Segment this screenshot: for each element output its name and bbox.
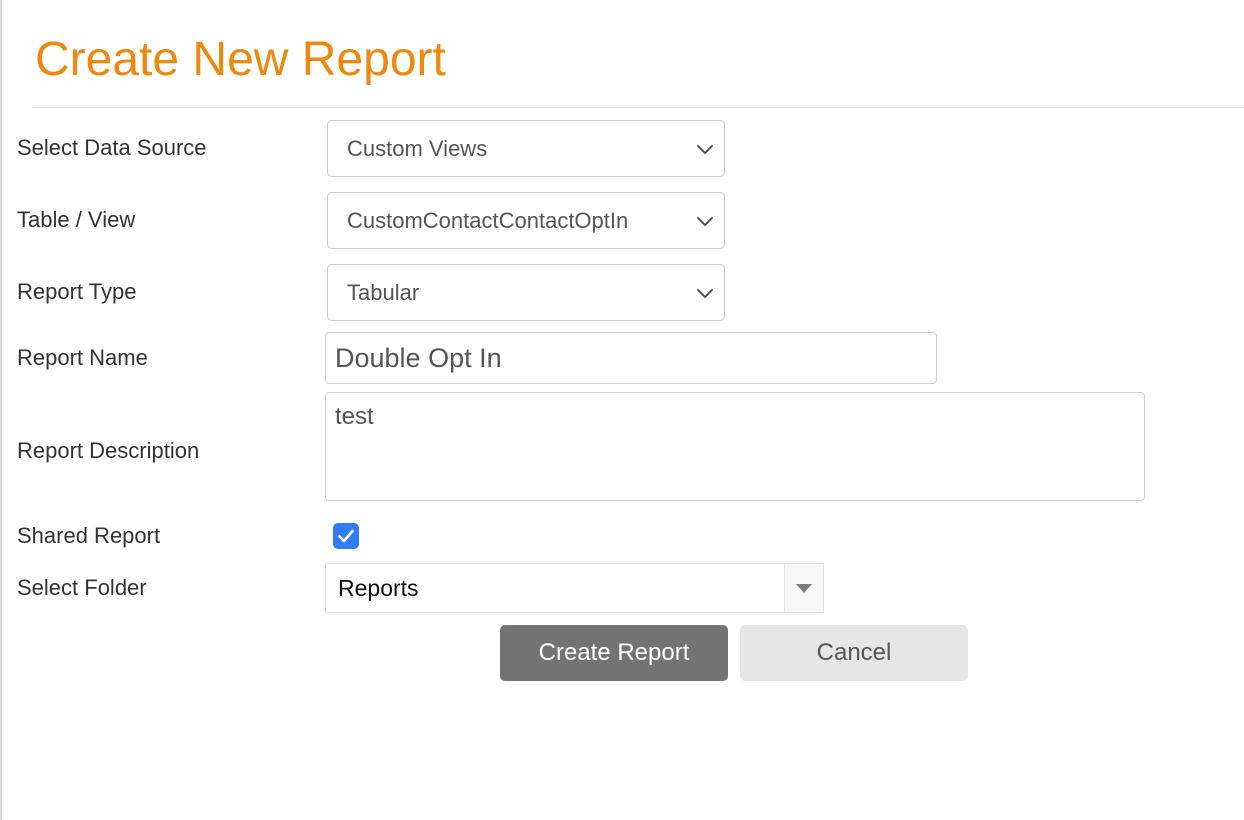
- create-report-dialog: Create New Report Select Data Source Cus…: [0, 0, 1244, 820]
- chevron-down-icon: [694, 210, 716, 232]
- folder-value: Reports: [338, 574, 419, 601]
- data-source-value: Custom Views: [347, 135, 488, 161]
- data-source-select[interactable]: Custom Views: [327, 120, 725, 177]
- table-view-label: Table / View: [17, 207, 136, 232]
- folder-label: Select Folder: [17, 575, 147, 600]
- folder-dropdown-button[interactable]: [784, 564, 823, 612]
- cancel-button[interactable]: Cancel: [740, 625, 968, 681]
- checkmark-icon: [338, 529, 354, 543]
- chevron-down-icon: [694, 138, 716, 160]
- folder-select[interactable]: Reports: [325, 563, 824, 613]
- triangle-down-icon: [796, 584, 812, 593]
- report-name-input[interactable]: [325, 332, 937, 384]
- page-title: Create New Report: [35, 33, 446, 86]
- report-type-select[interactable]: Tabular: [327, 264, 725, 321]
- report-description-textarea[interactable]: test: [325, 392, 1145, 501]
- create-report-button[interactable]: Create Report: [500, 625, 728, 681]
- report-type-label: Report Type: [17, 279, 137, 304]
- shared-report-checkbox[interactable]: [333, 523, 359, 549]
- shared-report-label: Shared Report: [17, 523, 161, 548]
- report-type-value: Tabular: [347, 279, 420, 305]
- chevron-down-icon: [694, 282, 716, 304]
- report-description-label: Report Description: [17, 438, 200, 463]
- table-view-value: CustomContactContactOptIn: [347, 207, 629, 233]
- data-source-label: Select Data Source: [17, 135, 207, 160]
- table-view-select[interactable]: CustomContactContactOptIn: [327, 192, 725, 249]
- report-name-label: Report Name: [17, 345, 148, 370]
- title-divider: [32, 107, 1244, 108]
